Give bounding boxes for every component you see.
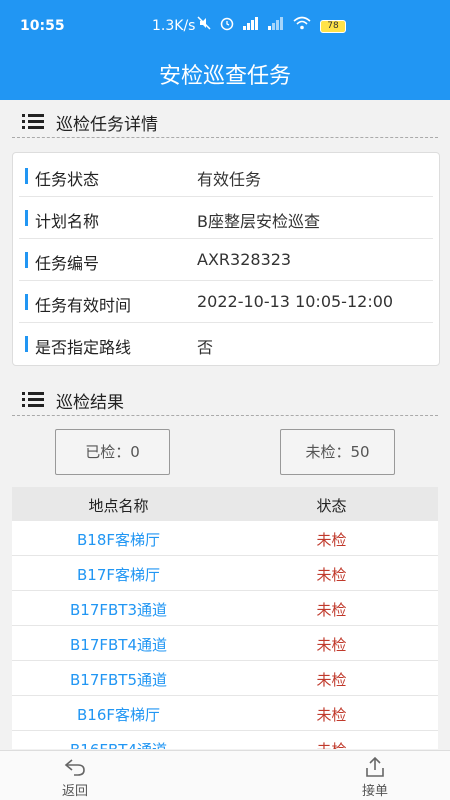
status-icons: [196, 15, 311, 31]
detail-row-task-id: 任务编号 AXR328323: [19, 239, 433, 281]
table-row[interactable]: B16F客梯厅 未检: [12, 696, 438, 731]
net-speed: 1.3K/s: [152, 18, 196, 34]
status-cell: 未检: [225, 739, 438, 749]
task-details-card: 任务状态 有效任务 计划名称 B座整层安检巡查 任务编号 AXR328323 任…: [12, 152, 440, 366]
table-row[interactable]: B16FBT4通道 未检: [12, 731, 438, 749]
status-cell: 未检: [316, 706, 347, 724]
detail-value: 否: [197, 338, 214, 357]
status-cell: 未检: [316, 671, 347, 689]
list-icon: [22, 392, 44, 408]
status-cell: 未检: [316, 636, 347, 654]
row-marker: [25, 252, 28, 268]
table-row[interactable]: B17FBT4通道 未检: [12, 626, 438, 661]
detail-value: 有效任务: [197, 170, 262, 189]
page-title: 安检巡查任务: [158, 64, 291, 89]
mute-icon: [197, 16, 211, 30]
detail-row-valid-time: 任务有效时间 2022-10-13 10:05-12:00: [19, 281, 433, 323]
accept-order-button[interactable]: 接单: [345, 755, 405, 799]
signal-icon: [243, 17, 259, 30]
detail-label: 计划名称: [35, 212, 100, 231]
results-table: 地点名称 状态 B18F客梯厅 未检 B17F客梯厅 未检 B17FBT3通道 …: [12, 487, 438, 749]
status-cell: 未检: [316, 531, 347, 549]
status-cell: 未检: [316, 601, 347, 619]
alarm-icon: [220, 17, 234, 31]
accept-label: 接单: [361, 784, 388, 799]
status-bar: 10:55 1.3K/s 78: [0, 0, 450, 48]
detail-label: 是否指定路线: [35, 338, 132, 357]
row-marker: [25, 210, 28, 226]
results-section-header: 巡检结果: [12, 386, 438, 416]
details-section-title: 巡检任务详情: [56, 115, 158, 135]
back-button[interactable]: 返回: [45, 755, 105, 799]
location-cell: B18F客梯厅: [76, 531, 160, 549]
column-header-status: 状态: [316, 497, 347, 515]
detail-label: 任务状态: [35, 170, 100, 189]
detail-value: B座整层安检巡查: [197, 212, 320, 231]
battery-icon: 78: [320, 20, 346, 33]
location-cell: B17FBT3通道: [69, 601, 167, 619]
back-arrow-icon: [64, 759, 85, 776]
location-cell: B16FBT4通道: [12, 739, 225, 749]
location-cell: B17F客梯厅: [76, 566, 160, 584]
detail-value: AXR328323: [197, 250, 292, 269]
detail-row-status: 任务状态 有效任务: [19, 155, 433, 197]
location-cell: B16F客梯厅: [76, 706, 160, 724]
detail-label: 任务有效时间: [35, 296, 132, 315]
bottom-bar: 返回 接单: [0, 750, 450, 800]
detail-row-route: 是否指定路线 否: [19, 323, 433, 365]
detail-value: 2022-10-13 10:05-12:00: [197, 292, 394, 311]
location-cell: B17FBT4通道: [69, 636, 167, 654]
results-section-title: 巡检结果: [56, 393, 124, 413]
table-row[interactable]: B17FBT5通道 未检: [12, 661, 438, 696]
status-time: 10:55: [20, 18, 65, 34]
table-header: 地点名称 状态: [12, 487, 438, 521]
detail-label: 任务编号: [35, 254, 100, 273]
wifi-icon: [293, 16, 311, 30]
upload-icon: [366, 756, 384, 777]
table-row[interactable]: B17FBT3通道 未检: [12, 591, 438, 626]
details-section-header: 巡检任务详情: [12, 108, 438, 138]
location-cell: B17FBT5通道: [69, 671, 167, 689]
row-marker: [25, 336, 28, 352]
back-label: 返回: [61, 784, 88, 799]
detail-row-plan-name: 计划名称 B座整层安检巡查: [19, 197, 433, 239]
status-cell: 未检: [316, 566, 347, 584]
unchecked-count-button[interactable]: 未检：50: [280, 429, 395, 475]
column-header-location: 地点名称: [88, 497, 149, 515]
table-row[interactable]: B18F客梯厅 未检: [12, 521, 438, 556]
app-bar: 安检巡查任务: [0, 48, 450, 100]
table-row[interactable]: B17F客梯厅 未检: [12, 556, 438, 591]
checked-count-button[interactable]: 已检：0: [55, 429, 170, 475]
row-marker: [25, 294, 28, 310]
row-marker: [25, 168, 28, 184]
list-icon: [22, 114, 44, 130]
signal-2-icon: [268, 17, 284, 30]
